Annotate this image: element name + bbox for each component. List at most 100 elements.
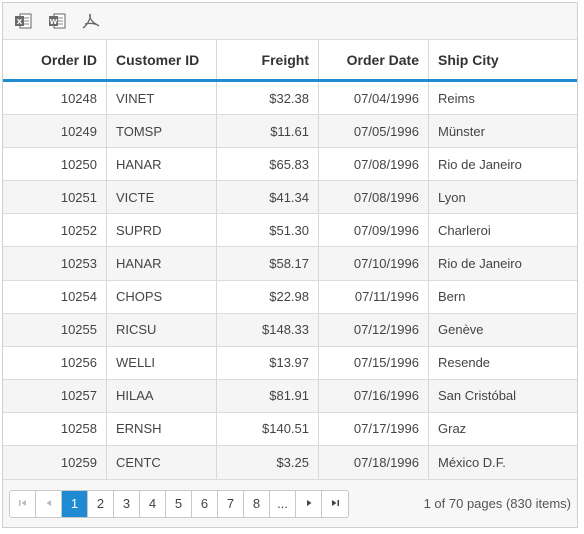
last-page-button[interactable] — [322, 491, 348, 517]
cell-customer-id: RICSU — [107, 313, 217, 346]
cell-freight: $148.33 — [217, 313, 319, 346]
next-page-icon — [304, 496, 314, 511]
cell-freight: $51.30 — [217, 214, 319, 247]
pdf-export-button[interactable] — [80, 10, 102, 32]
page-button-5[interactable]: 5 — [166, 490, 192, 517]
cell-order-id: 10252 — [3, 214, 107, 247]
more-pages-button[interactable]: ... — [270, 490, 296, 517]
cell-freight: $3.25 — [217, 446, 319, 480]
word-export-icon: W — [48, 13, 66, 29]
table-row[interactable]: 10248 VINET $32.38 07/04/1996 Reims — [3, 82, 577, 116]
page-button-6[interactable]: 6 — [192, 490, 218, 517]
cell-order-date: 07/08/1996 — [319, 148, 429, 181]
column-header-order-date[interactable]: Order Date — [319, 40, 429, 79]
cell-customer-id: SUPRD — [107, 214, 217, 247]
grid-pager: 1 2 3 4 5 6 7 8... 1 of 70 pages (830 items) — [3, 479, 577, 527]
table-row[interactable]: 10250 HANAR $65.83 07/08/1996 Rio de Janeiro — [3, 148, 577, 182]
table-row[interactable]: 10252 SUPRD $51.30 07/09/1996 Charleroi — [3, 214, 577, 248]
first-page-button[interactable] — [10, 490, 36, 517]
cell-ship-city: Münster — [438, 123, 485, 139]
cell-ship-city: Graz — [438, 421, 467, 437]
cell-ship-city: Rio de Janeiro — [438, 156, 522, 172]
cell-customer-id: HANAR — [107, 148, 217, 181]
cell-freight: $81.91 — [217, 379, 319, 412]
cell-order-id: 10257 — [3, 379, 107, 412]
cell-customer-id: VICTE — [107, 181, 217, 214]
excel-export-icon: X — [14, 13, 32, 29]
cell-order-date: 07/16/1996 — [319, 379, 429, 412]
cell-order-date: 07/18/1996 — [319, 446, 429, 480]
cell-customer-id: VINET — [107, 82, 217, 115]
cell-freight: $65.83 — [217, 148, 319, 181]
cell-ship-city: Genève — [438, 322, 484, 338]
cell-order-date: 07/10/1996 — [319, 247, 429, 280]
cell-freight: $32.38 — [217, 82, 319, 115]
grid-toolbar: X W — [3, 3, 577, 40]
cell-order-id: 10256 — [3, 346, 107, 379]
cell-customer-id: CENTC — [107, 446, 217, 480]
table-row[interactable]: 10249 TOMSP $11.61 07/05/1996 Münster — [3, 115, 577, 149]
cell-order-date: 07/17/1996 — [319, 412, 429, 446]
table-row[interactable]: 10253 HANAR $58.17 07/10/1996 Rio de Janeiro — [3, 247, 577, 281]
page-button-2[interactable]: 2 — [88, 490, 114, 517]
cell-freight: $22.98 — [217, 280, 319, 313]
cell-order-date: 07/04/1996 — [319, 82, 429, 115]
word-export-button[interactable]: W — [46, 10, 68, 32]
cell-freight: $41.34 — [217, 181, 319, 214]
cell-order-id: 10259 — [3, 446, 107, 480]
table-row[interactable]: 10258 ERNSH $140.51 07/17/1996 Graz — [3, 412, 577, 447]
cell-order-id: 10255 — [3, 313, 107, 346]
cell-order-date: 07/11/1996 — [319, 280, 429, 313]
svg-text:W: W — [50, 18, 58, 26]
cell-ship-city: México D.F. — [438, 455, 506, 471]
cell-order-id: 10248 — [3, 82, 107, 115]
pager-buttons: 1 2 3 4 5 6 7 8... — [9, 489, 349, 518]
page-button-4[interactable]: 4 — [140, 490, 166, 517]
cell-ship-city: Resende — [438, 355, 491, 371]
cell-customer-id: CHOPS — [107, 280, 217, 313]
cell-order-id: 10249 — [3, 115, 107, 148]
cell-customer-id: TOMSP — [107, 115, 217, 148]
cell-ship-city: Rio de Janeiro — [438, 256, 522, 272]
cell-ship-city: Reims — [438, 90, 475, 106]
table-row[interactable]: 10254 CHOPS $22.98 07/11/1996 Bern — [3, 280, 577, 314]
data-grid: X W Order ID Customer ID Freight Order D… — [2, 2, 578, 528]
cell-ship-city: Charleroi — [438, 222, 491, 238]
cell-customer-id: ERNSH — [107, 412, 217, 446]
table-row[interactable]: 10257 HILAA $81.91 07/16/1996 San Cristóbal — [3, 379, 577, 413]
cell-order-id: 10253 — [3, 247, 107, 280]
column-header-freight[interactable]: Freight — [217, 40, 319, 79]
column-header-ship-city[interactable]: Ship City — [429, 40, 577, 79]
page-button-3[interactable]: 3 — [114, 490, 140, 517]
column-header-order-id[interactable]: Order ID — [3, 40, 107, 79]
first-page-icon — [18, 496, 28, 511]
column-header-customer-id[interactable]: Customer ID — [107, 40, 217, 79]
page-button-8[interactable]: 8 — [244, 490, 270, 517]
grid-header-row: Order ID Customer ID Freight Order Date … — [3, 40, 577, 82]
cell-ship-city: San Cristóbal — [438, 388, 517, 404]
cell-order-date: 07/08/1996 — [319, 181, 429, 214]
cell-freight: $11.61 — [217, 115, 319, 148]
previous-page-button[interactable] — [36, 490, 62, 517]
table-row[interactable]: 10259 CENTC $3.25 07/18/1996 México D.F. — [3, 446, 577, 480]
cell-ship-city: Bern — [438, 289, 466, 305]
table-row[interactable]: 10251 VICTE $41.34 07/08/1996 Lyon — [3, 181, 577, 215]
cell-order-date: 07/05/1996 — [319, 115, 429, 148]
cell-order-id: 10250 — [3, 148, 107, 181]
cell-customer-id: HILAA — [107, 379, 217, 412]
pager-info-text: 1 of 70 pages (830 items) — [423, 496, 571, 511]
cell-freight: $13.97 — [217, 346, 319, 379]
table-row[interactable]: 10256 WELLI $13.97 07/15/1996 Resende — [3, 346, 577, 380]
pdf-export-icon — [82, 13, 100, 29]
page-button-7[interactable]: 7 — [218, 490, 244, 517]
cell-customer-id: WELLI — [107, 346, 217, 379]
cell-order-id: 10254 — [3, 280, 107, 313]
page-button-1[interactable]: 1 — [62, 490, 88, 517]
excel-export-button[interactable]: X — [12, 10, 34, 32]
next-page-button[interactable] — [296, 490, 322, 517]
cell-freight: $58.17 — [217, 247, 319, 280]
cell-order-date: 07/09/1996 — [319, 214, 429, 247]
svg-text:X: X — [17, 18, 23, 26]
last-page-icon — [330, 496, 340, 511]
table-row[interactable]: 10255 RICSU $148.33 07/12/1996 Genève — [3, 313, 577, 347]
